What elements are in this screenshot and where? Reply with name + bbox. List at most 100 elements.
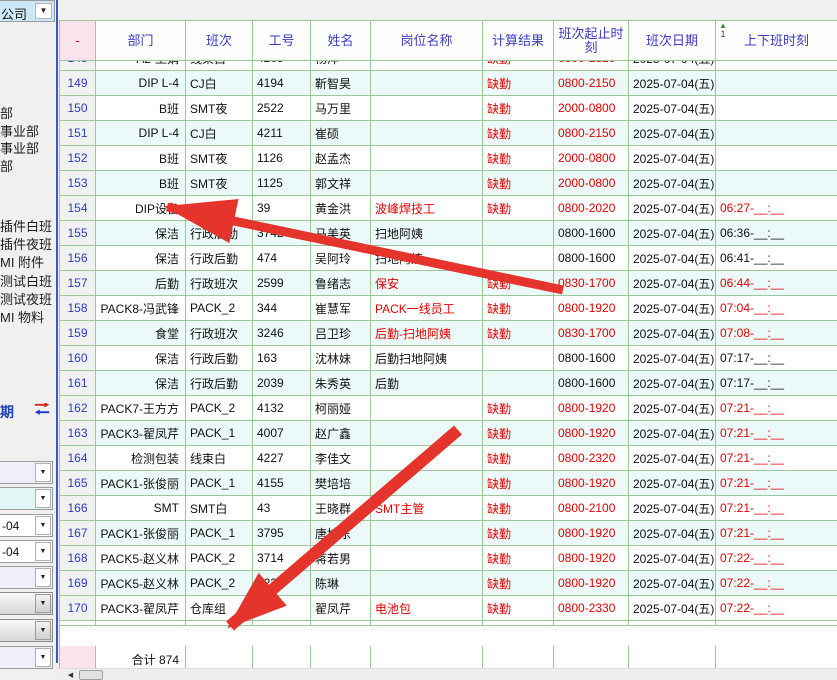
cell-dept[interactable]: DIP L-4 (96, 71, 186, 96)
cell-shift-range[interactable]: 0800-2020 (554, 196, 629, 221)
filter-dropdown[interactable]: ▼ (0, 646, 53, 669)
cell-shift[interactable]: CJ白 (186, 71, 253, 96)
cell-row-number[interactable]: 149 (60, 71, 96, 96)
cell-clock-times[interactable]: 07:22-__:__ (716, 571, 837, 596)
cell-name[interactable]: 吕卫珍 (311, 321, 371, 346)
cell-shift[interactable]: SMT夜 (186, 96, 253, 121)
cell-dept[interactable]: 保洁 (96, 346, 186, 371)
cell-result[interactable] (483, 221, 554, 246)
cell-shift-date[interactable]: 2025-07-04(五) (629, 246, 716, 271)
cell-name[interactable]: 陈琳 (311, 571, 371, 596)
cell-dept[interactable]: 保洁 (96, 246, 186, 271)
cell-shift[interactable]: CJ白 (186, 121, 253, 146)
cell-shift-date[interactable]: 2025-07-04(五) (629, 596, 716, 621)
cell-position[interactable]: 后勤-扫地阿姨 (371, 321, 483, 346)
cell-name[interactable]: 樊培培 (311, 471, 371, 496)
cell-shift-date[interactable]: 2025-07-04(五) (629, 371, 716, 396)
cell-shift-date[interactable]: 2025-07-04(五) (629, 296, 716, 321)
cell-employee-id[interactable]: 3795 (253, 521, 311, 546)
filter-dropdown[interactable]: ▼ (0, 592, 53, 615)
cell-employee-id[interactable]: 4155 (253, 471, 311, 496)
col-header-clock[interactable]: ▲1上下班时刻 (716, 21, 837, 61)
cell-shift[interactable]: PACK_2 (186, 546, 253, 571)
cell-shift[interactable]: SMT夜 (186, 146, 253, 171)
cell-result[interactable]: 缺勤 (483, 121, 554, 146)
tree-item-department[interactable]: 事业部 (0, 138, 39, 157)
cell-dept[interactable]: 检测包装 (96, 446, 186, 471)
cell-name[interactable]: 蒋若男 (311, 546, 371, 571)
filter-dropdown[interactable]: ▼ (0, 461, 53, 484)
cell-result[interactable]: 缺勤 (483, 446, 554, 471)
cell-shift-range[interactable]: 0800-1920 (554, 396, 629, 421)
cell-dept[interactable]: SMT (96, 496, 186, 521)
cell-row-number[interactable]: 168 (60, 546, 96, 571)
cell-clock-times[interactable]: 07:04-__:__ (716, 296, 837, 321)
cell-result[interactable]: 缺勤 (483, 171, 554, 196)
cell-shift-range[interactable]: 0800-2100 (554, 496, 629, 521)
cell-shift-date[interactable]: 2025-07-04(五) (629, 521, 716, 546)
cell-dept[interactable]: PACK5-赵义林 (96, 571, 186, 596)
cell-dept[interactable]: DIP L-4 (96, 121, 186, 146)
cell-row-number[interactable]: 159 (60, 321, 96, 346)
cell-clock-times[interactable] (716, 71, 837, 96)
cell-position[interactable] (371, 471, 483, 496)
cell-row-number[interactable]: 155 (60, 221, 96, 246)
cell-row-number[interactable]: 162 (60, 396, 96, 421)
cell-position[interactable] (371, 421, 483, 446)
cell-employee-id[interactable]: 4132 (253, 396, 311, 421)
cell-name[interactable]: 李佳文 (311, 446, 371, 471)
cell-result[interactable]: 缺勤 (483, 521, 554, 546)
cell-name[interactable]: 赵广鑫 (311, 421, 371, 446)
cell-employee-id[interactable]: 2599 (253, 271, 311, 296)
cell-shift-range[interactable]: 0800-2150 (554, 71, 629, 96)
cell-position[interactable]: 电池包 (371, 596, 483, 621)
cell-clock-times[interactable]: 07:22-__:__ (716, 596, 837, 621)
cell-dept[interactable]: DIP设备 (96, 196, 186, 221)
cell-shift[interactable]: PACK_1 (186, 471, 253, 496)
cell-shift-range[interactable]: 0800-1920 (554, 571, 629, 596)
cell-row-number[interactable]: 165 (60, 471, 96, 496)
cell-clock-times[interactable]: 07:22-__:__ (716, 546, 837, 571)
cell-shift-date[interactable]: 2025-07-04(五) (629, 271, 716, 296)
filter-dropdown[interactable]: ▼ (0, 619, 53, 642)
cell-row-number[interactable]: 170 (60, 596, 96, 621)
cell-result[interactable] (483, 346, 554, 371)
cell-employee-id[interactable]: 13 (253, 596, 311, 621)
chevron-down-icon[interactable]: ▼ (35, 648, 51, 667)
cell-dept[interactable]: B班 (96, 171, 186, 196)
cell-shift[interactable]: 行政后勤 (186, 221, 253, 246)
swap-dates-icon[interactable] (33, 403, 51, 417)
cell-shift-range[interactable]: 0800-1600 (554, 346, 629, 371)
cell-shift-range[interactable]: 0800-1600 (554, 246, 629, 271)
cell-name[interactable]: 赵孟杰 (311, 146, 371, 171)
filter-dropdown[interactable]: -04▼ (0, 514, 53, 537)
cell-shift-date[interactable]: 2025-07-04(五) (629, 471, 716, 496)
cell-position[interactable]: 扫地阿姨 (371, 221, 483, 246)
chevron-down-icon[interactable]: ▼ (35, 3, 52, 19)
cell-result[interactable]: 缺勤 (483, 271, 554, 296)
cell-result[interactable]: 缺勤 (483, 571, 554, 596)
cell-position[interactable] (371, 546, 483, 571)
tree-item-department[interactable]: 部 (0, 156, 13, 175)
cell-shift[interactable]: 行政班次 (186, 271, 253, 296)
cell-name[interactable]: 马万里 (311, 96, 371, 121)
cell-clock-times[interactable]: 07:17-__:__ (716, 371, 837, 396)
cell-shift[interactable]: PACK_2 (186, 396, 253, 421)
chevron-down-icon[interactable]: ▼ (35, 568, 51, 587)
cell-clock-times[interactable]: 07:08-__:__ (716, 321, 837, 346)
cell-clock-times[interactable]: 06:41-__:__ (716, 246, 837, 271)
cell-position[interactable] (371, 171, 483, 196)
cell-name[interactable]: 崔慧军 (311, 296, 371, 321)
cell-shift[interactable]: 行政后勤 (186, 346, 253, 371)
cell-row-number[interactable]: 161 (60, 371, 96, 396)
col-header-range[interactable]: 班次起止时刻 (554, 21, 629, 61)
cell-clock-times[interactable]: 07:21-__:__ (716, 471, 837, 496)
cell-row-number[interactable]: 164 (60, 446, 96, 471)
cell-shift-range[interactable]: 0830-1700 (554, 271, 629, 296)
cell-name[interactable]: 鲁绪志 (311, 271, 371, 296)
cell-shift-date[interactable]: 2025-07-04(五) (629, 71, 716, 96)
cell-shift-range[interactable]: 2000-0800 (554, 171, 629, 196)
cell-clock-times[interactable]: 07:21-__:__ (716, 421, 837, 446)
cell-row-number[interactable]: 153 (60, 171, 96, 196)
filter-dropdown[interactable]: ▼ (0, 487, 53, 510)
